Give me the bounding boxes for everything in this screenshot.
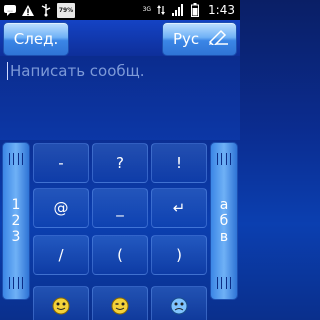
message-icon: ... [3, 3, 17, 17]
numbers-mode-key[interactable]: 123 [2, 142, 30, 300]
signal-icon [171, 3, 185, 17]
sad-face-icon [170, 297, 188, 315]
clock: 1:43 [208, 3, 235, 17]
next-button[interactable]: След. [3, 22, 69, 56]
key-exclamation[interactable]: ! [151, 143, 207, 183]
key-smiley-1[interactable] [33, 286, 89, 320]
status-left: ... 79% [3, 2, 75, 18]
status-right: 3G 1:43 [143, 3, 237, 17]
warning-icon [21, 3, 35, 17]
key-smiley-3[interactable] [151, 286, 207, 320]
grip-icon [9, 277, 23, 289]
language-label: Рус [173, 30, 200, 48]
key-slash[interactable]: / [33, 235, 89, 275]
svg-text:...: ... [7, 7, 13, 14]
key-open-paren[interactable]: ( [92, 235, 148, 275]
usb-icon [39, 3, 53, 17]
letters-mode-label: абв [219, 197, 229, 245]
network-type-label: 3G [142, 6, 152, 13]
grip-icon [9, 153, 23, 165]
battery-icon [188, 3, 202, 17]
language-button[interactable]: Рус [162, 22, 237, 56]
text-cursor [7, 62, 8, 80]
smiley-icon [52, 297, 70, 315]
key-smiley-2[interactable] [92, 286, 148, 320]
pencil-icon [207, 29, 229, 49]
battery-badge: 79% [57, 2, 75, 18]
grip-icon [217, 153, 231, 165]
key-underscore[interactable]: _ [92, 188, 148, 228]
message-placeholder: Написать сообщ. [10, 62, 145, 80]
key-at[interactable]: @ [33, 188, 89, 228]
key-question[interactable]: ? [92, 143, 148, 183]
key-close-paren[interactable]: ) [151, 235, 207, 275]
key-dash[interactable]: - [33, 143, 89, 183]
letters-mode-key[interactable]: абв [210, 142, 238, 300]
numbers-mode-label: 123 [11, 197, 21, 245]
data-transfer-icon [154, 3, 168, 17]
grip-icon [217, 277, 231, 289]
key-enter[interactable]: ↵ [151, 188, 207, 228]
status-bar: ... 79% 3G 1:43 [0, 0, 240, 20]
wink-icon [111, 297, 129, 315]
